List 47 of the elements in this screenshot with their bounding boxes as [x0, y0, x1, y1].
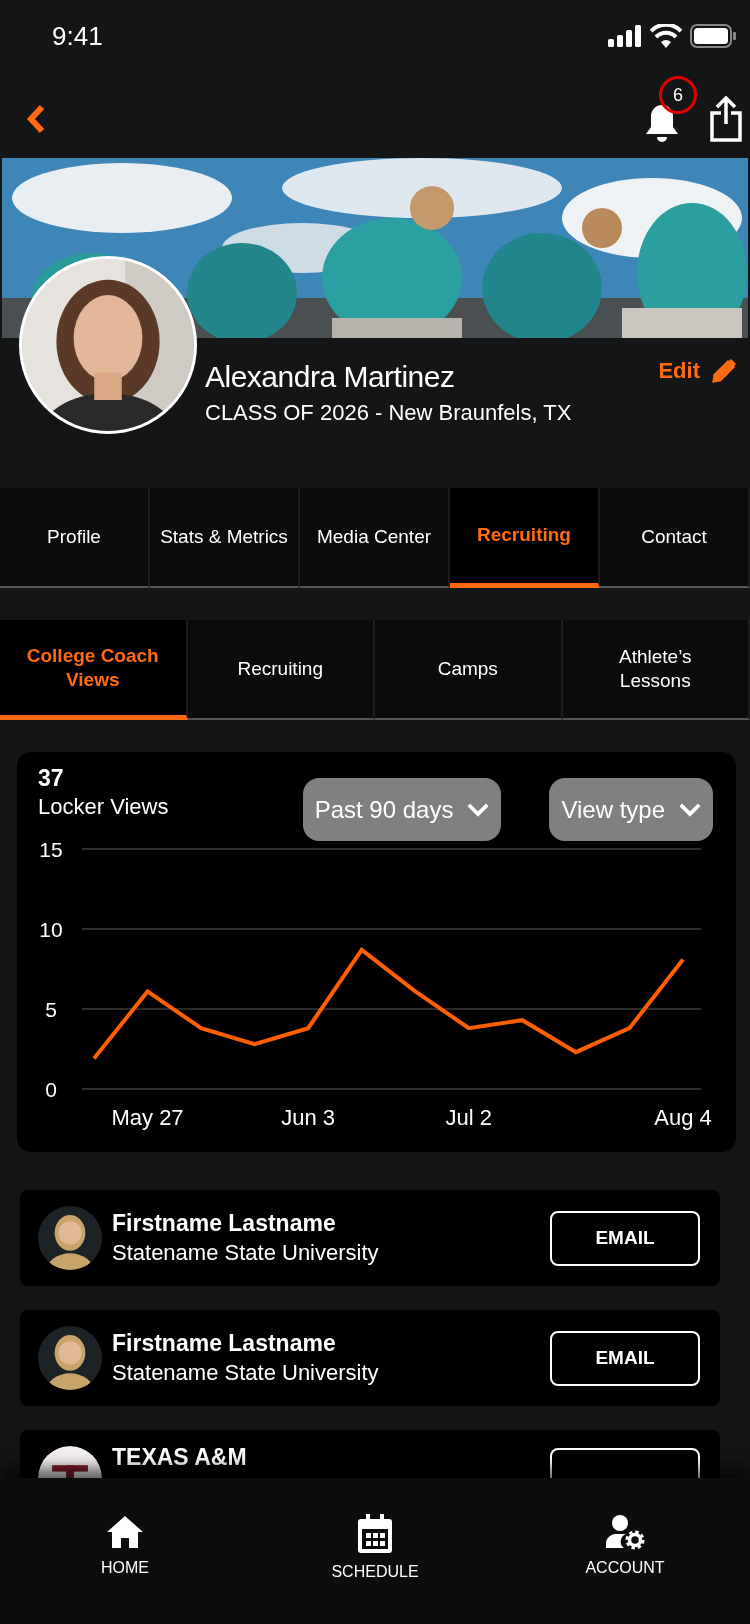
signal-icon	[608, 25, 642, 47]
axis-tick-label: 10	[39, 918, 63, 941]
share-icon[interactable]	[709, 96, 743, 142]
edit-button[interactable]: Edit	[658, 354, 736, 387]
wifi-icon	[650, 24, 682, 48]
nav-item[interactable]: SCHEDULE	[250, 1514, 500, 1594]
coach-name: Firstname Lastname	[112, 1209, 337, 1238]
user-settings-icon	[604, 1514, 646, 1550]
athlete-name: Alexandra Martinez	[205, 359, 456, 395]
battery-icon	[690, 24, 736, 48]
email-button[interactable]: EMAIL	[550, 1330, 700, 1386]
axis-tick-label: 5	[45, 998, 57, 1021]
section-tab[interactable]: Recruiting	[187, 620, 375, 720]
pencil-icon	[712, 358, 736, 383]
filter-dropdown[interactable]: View type	[549, 778, 713, 841]
profile-tab[interactable]: Stats & Metrics	[150, 488, 300, 588]
notification-badge: 6	[659, 76, 697, 114]
nav-item[interactable]: ACCOUNT	[500, 1514, 750, 1594]
views-label: Locker Views	[38, 793, 169, 821]
axis-tick-label: May 27	[111, 1105, 184, 1130]
bell-icon[interactable]	[645, 103, 679, 143]
coach-school: Statename State University	[112, 1359, 380, 1387]
axis-tick-label: Jun 3	[281, 1105, 336, 1130]
views-count: 37	[38, 764, 65, 792]
calendar-icon	[357, 1514, 393, 1554]
profile-tab[interactable]: Contact	[600, 488, 750, 588]
home-icon	[105, 1514, 145, 1550]
axis-tick-label: 15	[39, 838, 63, 861]
section-tab[interactable]: Athlete’s Lessons	[562, 620, 750, 720]
chevron-down-icon	[467, 802, 490, 817]
profile-tab[interactable]: Media Center	[300, 488, 450, 588]
axis-tick-label: Aug 4	[654, 1105, 712, 1130]
axis-tick-label: Jul 2	[445, 1105, 493, 1130]
section-tab[interactable]: Camps	[375, 620, 563, 720]
axis-tick-label: 0	[45, 1078, 57, 1101]
profile-tab[interactable]: Profile	[0, 488, 150, 588]
section-tab[interactable]: College Coach Views	[0, 620, 188, 720]
profile-tab[interactable]: Recruiting	[450, 488, 600, 588]
filter-dropdown[interactable]: Past 90 days	[302, 778, 502, 841]
coach-school: Statename State University	[112, 1239, 380, 1267]
coach-name: TEXAS A&M	[112, 1443, 248, 1472]
coach-name: Firstname Lastname	[112, 1329, 337, 1358]
chevron-down-icon	[679, 802, 701, 817]
status-time: 9:41	[52, 19, 103, 53]
email-button[interactable]: EMAIL	[550, 1210, 700, 1266]
nav-item[interactable]: HOME	[0, 1514, 250, 1594]
athlete-class-location: CLASS OF 2026 - New Braunfels, TX	[205, 399, 572, 427]
